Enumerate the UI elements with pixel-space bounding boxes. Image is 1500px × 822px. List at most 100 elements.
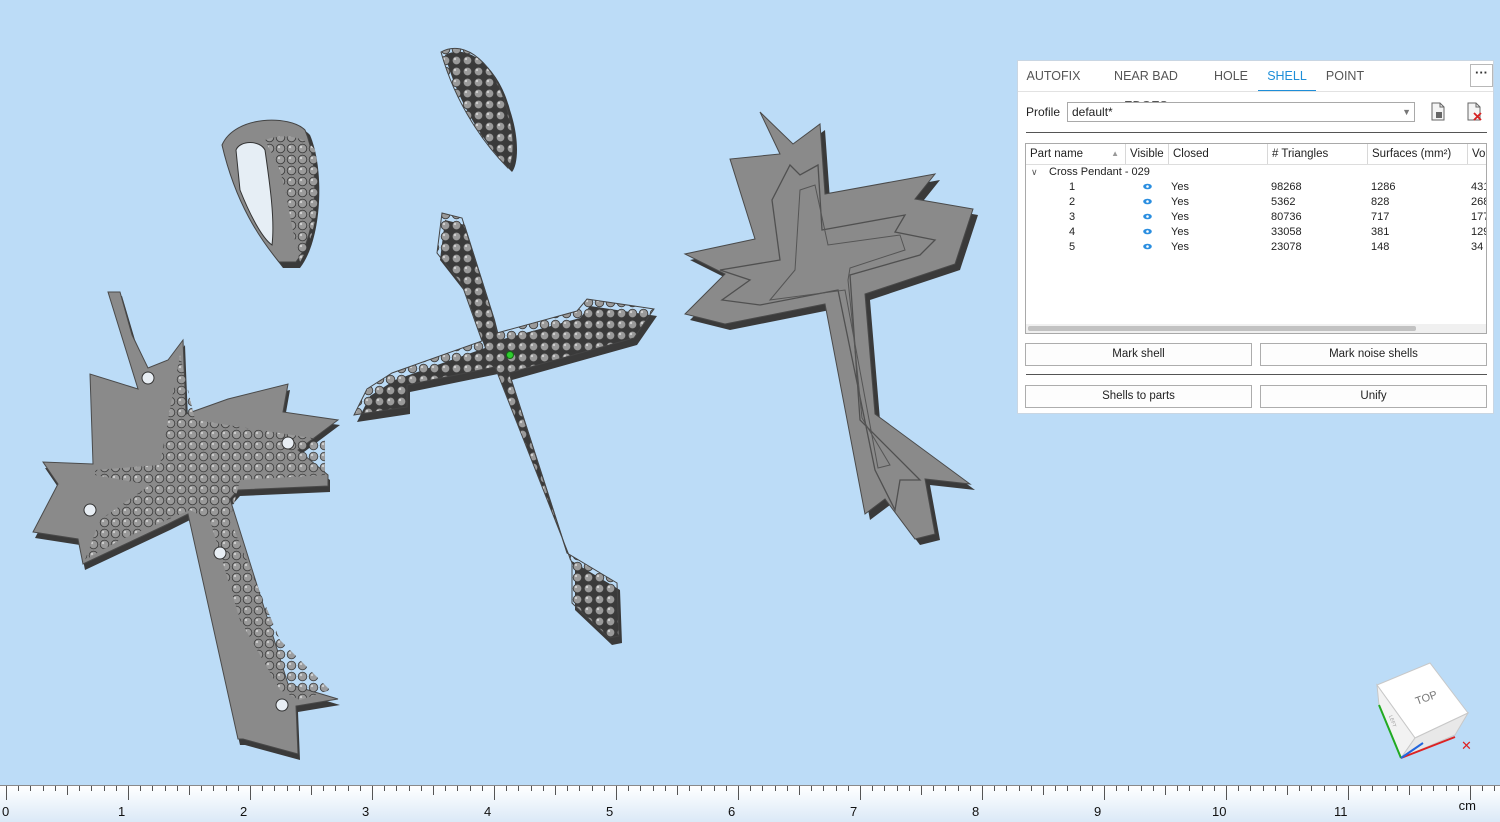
cell-triangles: 98268 — [1271, 181, 1302, 193]
ruler-tick — [152, 786, 154, 791]
column-header-part-name[interactable]: Part name ▲ — [1026, 144, 1126, 164]
profile-dropdown[interactable]: default* ▼ — [1067, 102, 1415, 122]
cell-surfaces: 828 — [1371, 196, 1390, 208]
ruler-tick — [957, 786, 959, 791]
column-header-volume[interactable]: Vo — [1468, 144, 1486, 164]
cell-part-name: 4 — [1069, 226, 1076, 238]
ruler-tick — [591, 786, 593, 791]
view-cube[interactable]: TOP LEFT ✕ — [1365, 660, 1480, 760]
scrollbar-thumb[interactable] — [1028, 326, 1416, 331]
ruler-tick — [1445, 786, 1447, 791]
table-row[interactable]: 3 Yes 80736 717 177 — [1026, 210, 1486, 225]
shells-to-parts-button[interactable]: Shells to parts — [1025, 385, 1252, 408]
column-header-surfaces[interactable]: Surfaces (mm²) — [1368, 144, 1468, 164]
cell-closed: Yes — [1171, 226, 1189, 238]
ruler-tick — [982, 786, 983, 800]
ruler-tick — [1030, 786, 1032, 791]
table-row[interactable]: 2 Yes 5362 828 268 — [1026, 195, 1486, 210]
cross-pendant-part-3[interactable] — [440, 47, 517, 172]
table-row[interactable]: 1 Yes 98268 1286 431 — [1026, 180, 1486, 195]
visible-eye-icon[interactable] — [1143, 243, 1152, 250]
ruler-tick — [603, 786, 605, 791]
visible-eye-icon[interactable] — [1143, 183, 1152, 190]
ruler-tick — [933, 786, 935, 791]
cell-surfaces: 717 — [1371, 211, 1390, 223]
unify-button[interactable]: Unify — [1260, 385, 1487, 408]
ruler-tick — [786, 786, 788, 791]
ruler-tick — [1067, 786, 1069, 791]
profile-value: default* — [1072, 105, 1113, 119]
ruler-tick — [445, 786, 447, 791]
ruler-tick — [1274, 786, 1276, 791]
ruler-tick — [54, 786, 56, 791]
ruler-tick — [1494, 786, 1496, 791]
ruler-label: 9 — [1094, 804, 1102, 819]
ruler-tick — [30, 786, 32, 791]
shell-table[interactable]: Part name ▲ Visible Closed # Triangles S… — [1025, 143, 1487, 334]
cell-part-name: 3 — [1069, 211, 1076, 223]
cell-part-name: 1 — [1069, 181, 1076, 193]
ruler-tick — [1372, 786, 1374, 791]
ruler-tick — [1335, 786, 1337, 791]
ruler-tick — [945, 786, 947, 791]
ruler-tick — [701, 786, 703, 791]
ruler-tick — [616, 786, 617, 800]
visible-eye-icon[interactable] — [1143, 228, 1152, 235]
visible-eye-icon[interactable] — [1143, 213, 1152, 220]
delete-profile-icon[interactable] — [1464, 101, 1484, 123]
ruler-tick — [1189, 786, 1191, 791]
ruler-tick — [567, 786, 569, 791]
ruler-tick — [1457, 786, 1459, 791]
ruler-tick — [652, 786, 654, 791]
ruler-tick — [335, 786, 337, 791]
column-header-triangles[interactable]: # Triangles — [1268, 144, 1368, 164]
ruler-tick — [359, 786, 361, 791]
ruler-tick — [469, 786, 471, 791]
cross-pendant-part-5[interactable] — [683, 111, 978, 545]
column-header-visible[interactable]: Visible — [1126, 144, 1169, 164]
ruler-tick — [1299, 786, 1301, 791]
ruler-tick — [823, 786, 825, 791]
table-row[interactable]: 5 Yes 23078 148 34 — [1026, 240, 1486, 255]
ruler-tick — [1116, 786, 1118, 791]
ruler-tick — [1287, 786, 1288, 795]
more-options-button[interactable]: ··· — [1470, 64, 1493, 87]
ruler-label: 1 — [118, 804, 126, 819]
cell-surfaces: 148 — [1371, 241, 1390, 253]
mark-shell-button[interactable]: Mark shell — [1025, 343, 1252, 366]
tab-point[interactable]: POINT — [1322, 61, 1368, 92]
ruler-label: 7 — [850, 804, 858, 819]
tab-hole[interactable]: HOLE — [1208, 61, 1254, 92]
tab-near-bad-edges[interactable]: NEAR BAD EDGES — [1092, 61, 1200, 113]
close-x-icon[interactable]: ✕ — [1461, 738, 1472, 753]
mark-noise-shells-button[interactable]: Mark noise shells — [1260, 343, 1487, 366]
ruler-tick — [1079, 786, 1081, 791]
ruler-tick — [994, 786, 996, 791]
table-group-row[interactable]: ∨ Cross Pendant - 029 — [1026, 165, 1486, 180]
expand-chevron-icon[interactable]: ∨ — [1031, 165, 1038, 180]
ruler-tick — [860, 786, 861, 800]
save-profile-icon[interactable] — [1428, 101, 1448, 123]
ruler-tick — [689, 786, 691, 791]
cross-pendant-part-4[interactable] — [353, 212, 657, 645]
cross-pendant-part-1[interactable] — [32, 291, 340, 760]
horizontal-scrollbar[interactable] — [1026, 324, 1486, 333]
cell-part-name: 5 — [1069, 241, 1076, 253]
ruler-label: 2 — [240, 804, 248, 819]
tab-shell[interactable]: SHELL — [1258, 61, 1316, 92]
ruler-tick — [847, 786, 849, 791]
ruler-tick — [384, 786, 386, 791]
table-row[interactable]: 4 Yes 33058 381 129 — [1026, 225, 1486, 240]
ruler-tick — [274, 786, 276, 791]
shell-panel: AUTOFIX NEAR BAD EDGES HOLE SHELL POINT … — [1017, 60, 1494, 414]
chevron-down-icon: ▼ — [1402, 107, 1411, 117]
ruler-tick — [176, 786, 178, 791]
column-header-closed[interactable]: Closed — [1169, 144, 1268, 164]
ruler-tick — [262, 786, 264, 791]
visible-eye-icon[interactable] — [1143, 198, 1152, 205]
ruler-tick — [555, 786, 556, 795]
ruler-tick — [481, 786, 483, 791]
ruler-tick — [835, 786, 837, 791]
cross-pendant-part-2[interactable] — [221, 119, 320, 268]
tab-autofix[interactable]: AUTOFIX — [1022, 61, 1085, 92]
